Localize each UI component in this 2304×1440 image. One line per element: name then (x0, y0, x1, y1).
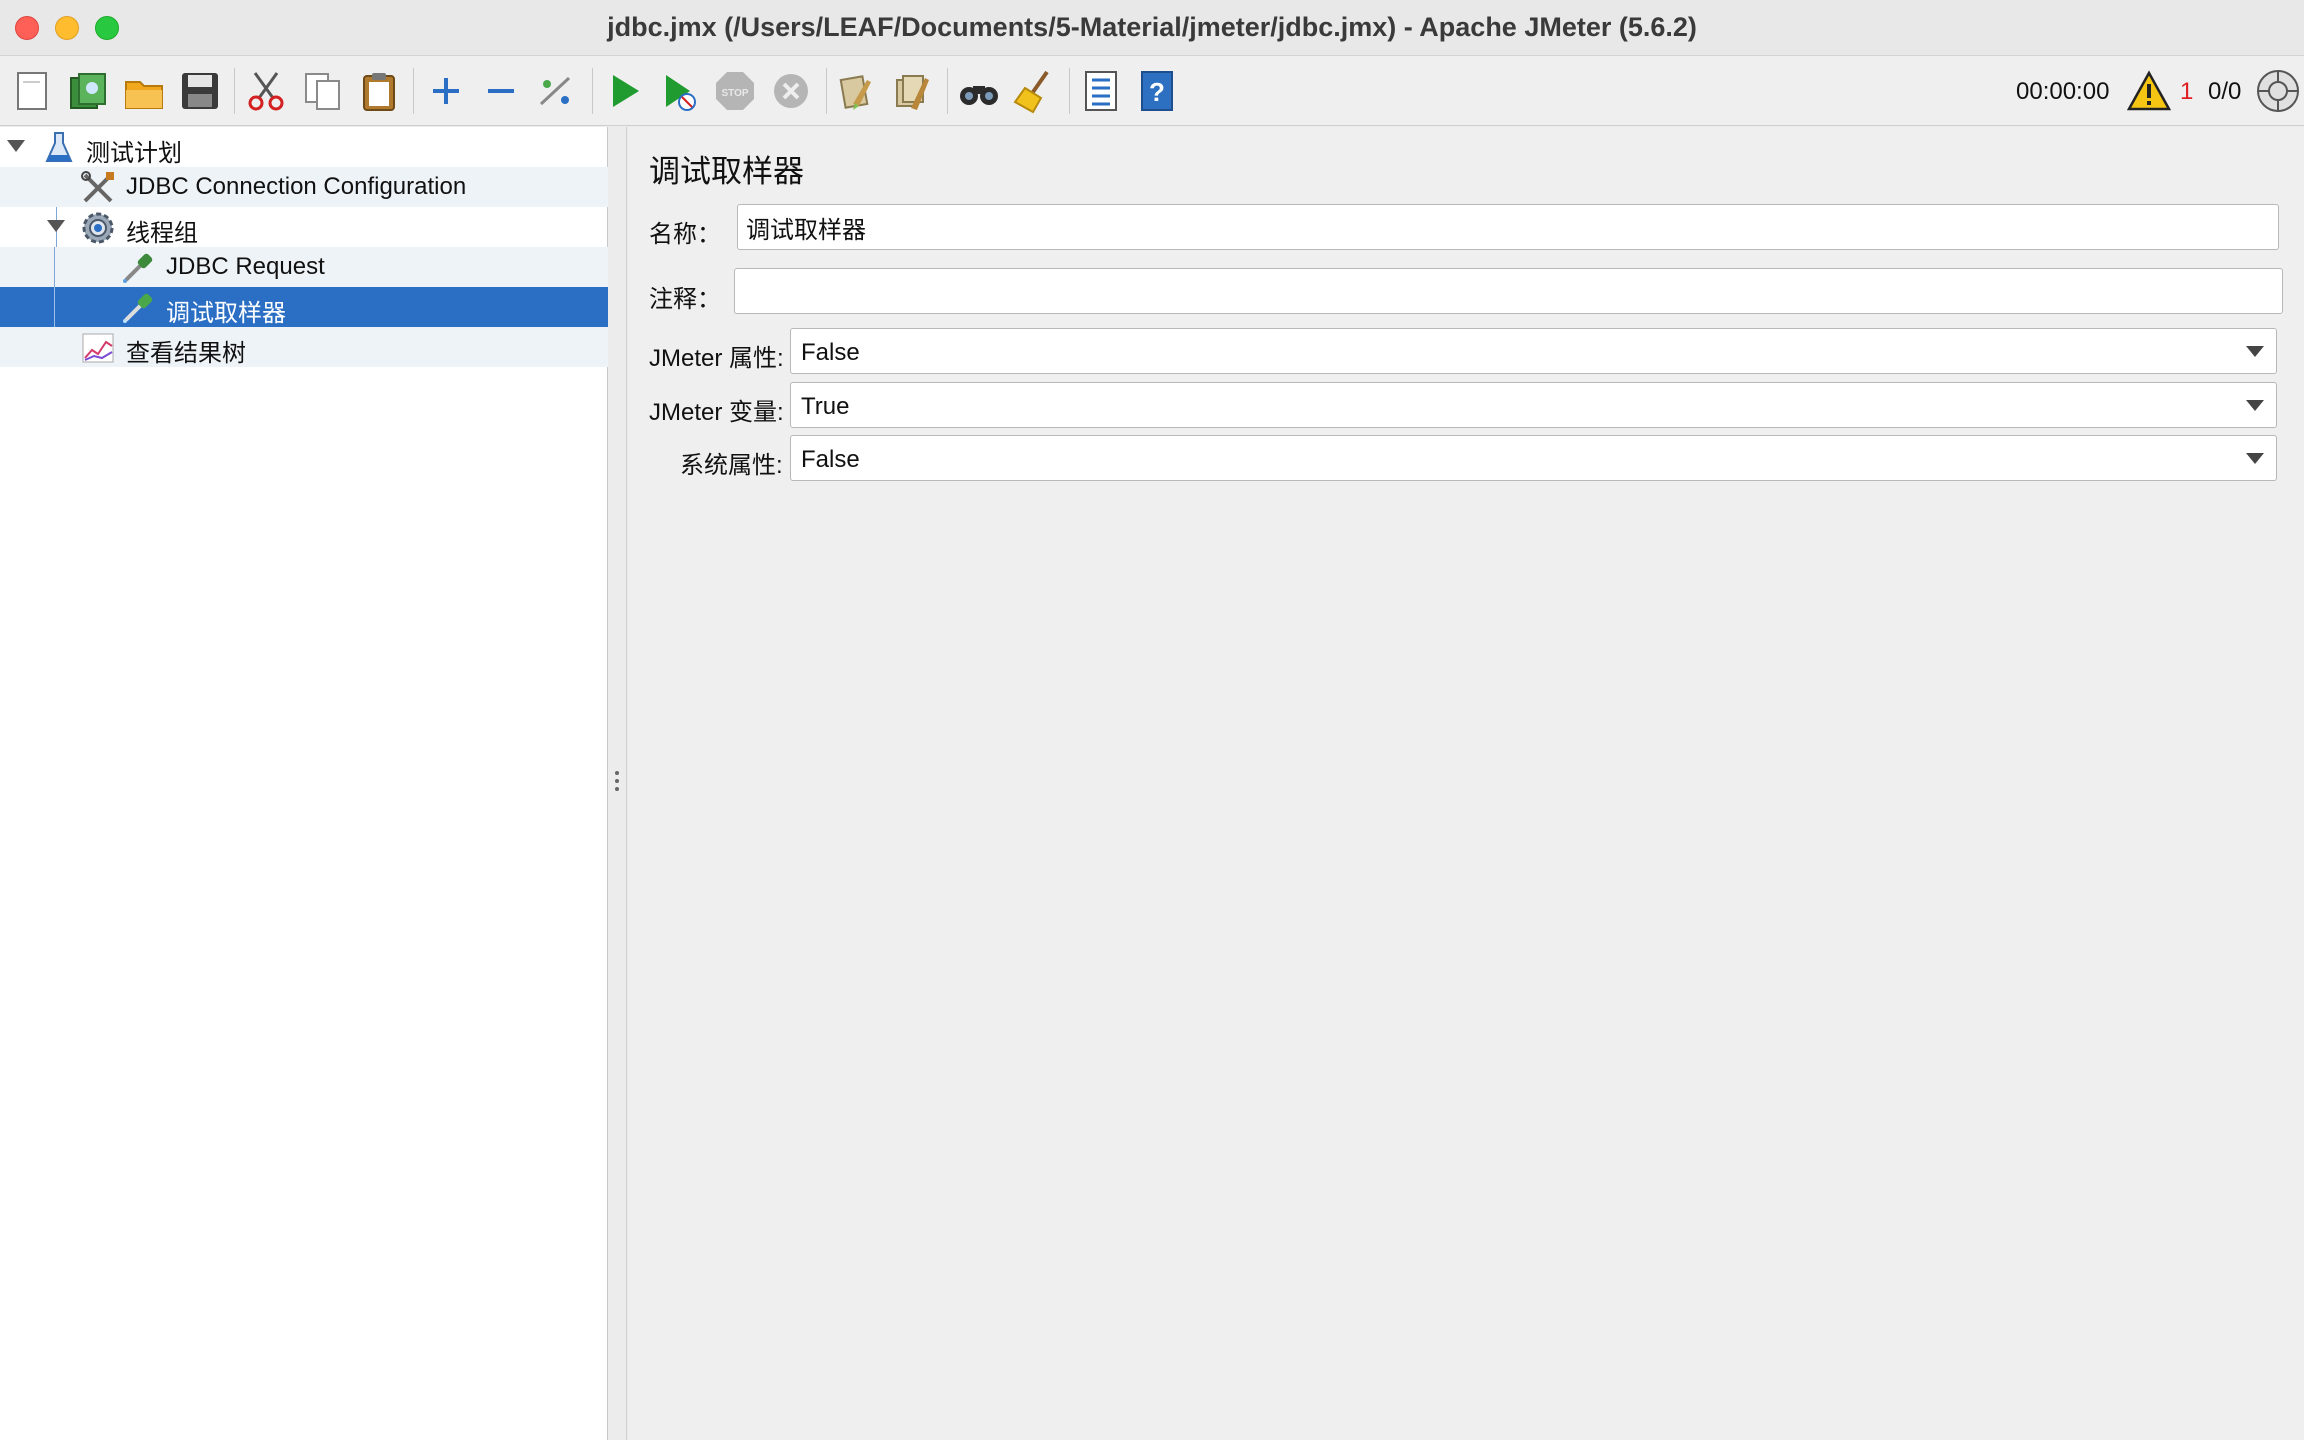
new-icon (17, 72, 47, 110)
test-plan-tree: 测试计划 JDBC Connection Configuration 线程组 J… (0, 127, 608, 1440)
select-value: True (801, 393, 850, 420)
save-icon (182, 73, 218, 109)
jmeter-variables-label: JMeter 变量: (649, 399, 784, 426)
shutdown-icon (774, 74, 808, 108)
tree-item-label: JDBC Connection Configuration (126, 173, 467, 200)
save-button[interactable] (174, 65, 226, 117)
chevron-down-icon (2246, 346, 2264, 357)
title-bar: jdbc.jmx (/Users/LEAF/Documents/5-Materi… (0, 0, 2304, 56)
svg-text:?: ? (1149, 77, 1165, 107)
select-value: False (801, 339, 860, 366)
active-threads-count: 0/0 (2208, 78, 2242, 105)
toggle-icon (539, 76, 571, 106)
expand-toggle-icon[interactable] (47, 220, 65, 232)
tree-item-debug-sampler[interactable]: 调试取样器 (0, 287, 608, 327)
split-pane-divider[interactable] (608, 127, 627, 1440)
config-tools-icon (80, 170, 116, 206)
start-button[interactable] (598, 65, 650, 117)
cut-icon (248, 72, 284, 111)
reset-search-icon (1013, 70, 1049, 114)
test-plan-icon (41, 130, 77, 166)
new-button[interactable] (7, 65, 59, 117)
window-title: jdbc.jmx (/Users/LEAF/Documents/5-Materi… (607, 12, 1697, 42)
jmeter-variables-select[interactable]: True (790, 382, 2277, 428)
collapse-all-button[interactable] (475, 65, 527, 117)
help-button[interactable]: ? (1131, 65, 1183, 117)
tree-item-label: JDBC Request (166, 253, 325, 280)
paste-button[interactable] (353, 65, 405, 117)
clear-all-button[interactable] (886, 65, 938, 117)
templates-button[interactable] (62, 65, 114, 117)
tree-item-jdbc-request[interactable]: JDBC Request (0, 247, 608, 287)
stop-button[interactable]: STOP (709, 65, 761, 117)
clear-all-icon (896, 75, 929, 110)
expand-toggle-icon[interactable] (7, 140, 25, 152)
sampler-pipette-icon (120, 290, 156, 326)
search-icon (960, 86, 998, 105)
toolbar: STOP ? 00:00:00 1 0/0 (0, 56, 2304, 126)
tree-item-jdbc-connection-configuration[interactable]: JDBC Connection Configuration (0, 167, 608, 207)
function-helper-icon (1085, 71, 1117, 111)
clear-button[interactable] (830, 65, 882, 117)
name-field[interactable] (737, 204, 2279, 250)
panel-title: 调试取样器 (649, 154, 804, 189)
name-label: 名称： (649, 221, 721, 248)
warning-count: 1 (2180, 78, 2194, 105)
open-button[interactable] (118, 65, 170, 117)
start-no-pauses-icon (666, 75, 696, 111)
chevron-down-icon (2246, 400, 2264, 411)
svg-text:STOP: STOP (721, 88, 748, 99)
tree-item-label: 调试取样器 (166, 300, 286, 327)
clear-icon (839, 75, 871, 110)
toggle-button[interactable] (530, 65, 582, 117)
warning-icon[interactable] (2127, 70, 2171, 112)
collapse-icon (488, 89, 514, 93)
copy-button[interactable] (297, 65, 349, 117)
tree-item-test-plan[interactable]: 测试计划 (0, 127, 608, 167)
remote-status-icon[interactable] (2255, 68, 2301, 114)
expand-all-button[interactable] (420, 65, 472, 117)
system-properties-select[interactable]: False (790, 435, 2277, 481)
debug-sampler-panel: 调试取样器 名称： 注释： JMeter 属性: False JMeter 变量… (628, 127, 2304, 1440)
chevron-down-icon (2246, 453, 2264, 464)
select-value: False (801, 446, 860, 473)
reset-search-button[interactable] (1008, 65, 1060, 117)
thread-group-gear-icon (80, 210, 116, 246)
comment-field[interactable] (734, 268, 2283, 314)
templates-icon (70, 73, 106, 109)
start-icon (613, 75, 639, 107)
copy-icon (305, 73, 340, 110)
listener-graph-icon (80, 330, 116, 366)
tree-item-thread-group[interactable]: 线程组 (0, 207, 608, 247)
tree-item-label: 线程组 (126, 220, 198, 247)
cut-button[interactable] (240, 65, 292, 117)
stop-icon: STOP (716, 72, 754, 110)
jmeter-properties-label: JMeter 属性: (649, 345, 784, 372)
tree-item-label: 测试计划 (86, 140, 182, 167)
elapsed-timer: 00:00:00 (2016, 78, 2110, 105)
start-no-pauses-button[interactable] (653, 65, 705, 117)
help-icon: ? (1141, 71, 1173, 111)
jmeter-properties-select[interactable]: False (790, 328, 2277, 374)
expand-icon (433, 78, 459, 104)
paste-icon (363, 73, 395, 111)
search-button[interactable] (953, 65, 1005, 117)
open-icon (125, 81, 163, 109)
system-properties-label: 系统属性: (680, 452, 783, 479)
tree-item-view-results-tree[interactable]: 查看结果树 (0, 327, 608, 367)
tree-item-label: 查看结果树 (126, 340, 246, 367)
function-helper-button[interactable] (1075, 65, 1127, 117)
shutdown-button[interactable] (765, 65, 817, 117)
comment-label: 注释： (649, 286, 721, 313)
sampler-pipette-icon (120, 250, 156, 286)
